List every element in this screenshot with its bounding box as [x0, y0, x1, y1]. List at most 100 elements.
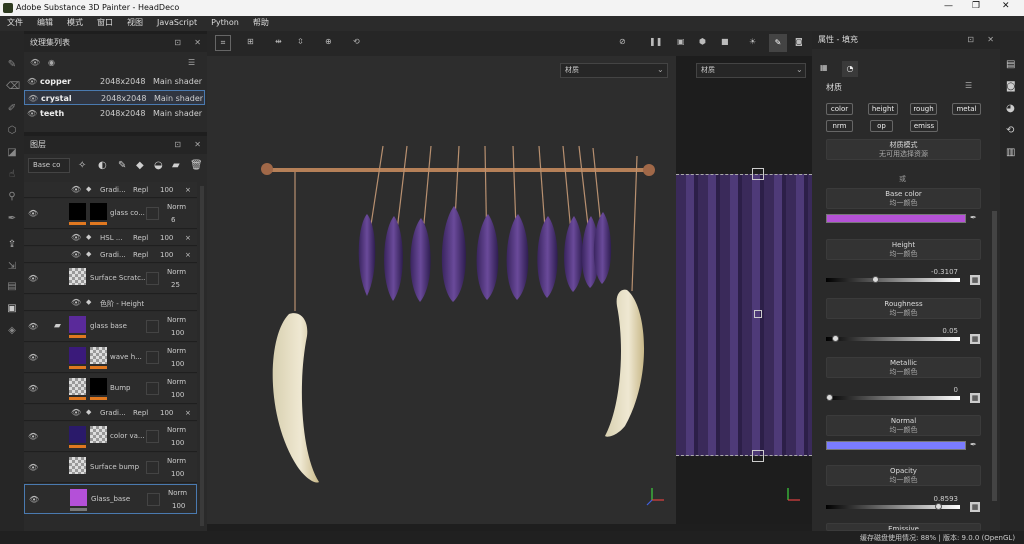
uv-material-select[interactable]: 材质 — [696, 63, 806, 78]
channel-tag-height[interactable]: height — [868, 103, 898, 115]
properties-scrollbar[interactable] — [992, 211, 997, 501]
pin-icon[interactable]: ⊡ — [174, 34, 181, 52]
opacity-button[interactable]: Opacity 均一颜色 — [826, 465, 981, 486]
effect-opacity[interactable]: 100 — [160, 186, 173, 194]
mask-slot[interactable] — [147, 493, 160, 506]
add-mask-icon[interactable]: ◐ — [98, 160, 107, 171]
layer-blend-mode[interactable]: Norm — [167, 203, 186, 211]
roughness-slider-knob[interactable] — [832, 335, 840, 342]
effect-opacity[interactable]: 100 — [160, 251, 173, 259]
smudge-icon[interactable]: ☝ — [6, 169, 18, 181]
close-icon[interactable]: ✕ — [1002, 1, 1010, 11]
layer-opacity[interactable]: 100 — [172, 502, 185, 510]
blend-channel-select[interactable]: Base co — [28, 158, 70, 173]
layer-row[interactable]: 👁 ▰ glass base Norm 100 — [24, 312, 197, 342]
layer-row[interactable]: 👁 color va... Norm 100 — [24, 422, 197, 452]
height-button[interactable]: Height 均一颜色 — [826, 239, 981, 260]
normal-swatch[interactable] — [826, 441, 966, 450]
add-fill-layer-icon[interactable]: ◆ — [136, 160, 144, 171]
texture-set-row[interactable]: 👁 teeth 2048x2048 Main shader — [24, 106, 205, 121]
effect-opacity[interactable]: 100 — [160, 409, 173, 417]
uv-handle-bottom[interactable] — [752, 450, 764, 462]
channel-tag-op[interactable]: op — [870, 120, 893, 132]
visibility-icon[interactable]: 👁 — [71, 298, 81, 307]
visibility-icon[interactable]: 👁 — [28, 384, 38, 393]
shader-settings-icon[interactable]: ◕ — [1006, 103, 1015, 114]
layer-row[interactable]: 👁 Bump Norm 100 — [24, 374, 197, 404]
lighting-icon[interactable]: ☀ — [749, 37, 756, 46]
visibility-icon[interactable]: 👁 — [71, 408, 81, 417]
remove-effect-icon[interactable]: × — [185, 234, 191, 242]
menu-item[interactable]: Python — [204, 17, 246, 28]
layer-blend-mode[interactable]: Norm — [167, 347, 186, 355]
camera-icon[interactable]: ■ — [721, 37, 729, 46]
hide-icon[interactable]: ⊘ — [619, 37, 626, 46]
layer-blend-mode[interactable]: Norm — [167, 316, 186, 324]
display-settings-icon[interactable]: ◙ — [1006, 81, 1016, 92]
channel-tag-metal[interactable]: metal — [952, 103, 981, 115]
layer-effect-row[interactable]: 👁 ◆ Gradi... Repl 100 × — [24, 182, 197, 198]
uv-viewport[interactable]: 材质 ⌄ — [676, 56, 812, 524]
visibility-icon[interactable]: 👁 — [28, 322, 38, 331]
visibility-icon[interactable]: 👁 — [28, 432, 38, 441]
section-menu-icon[interactable]: ☰ — [965, 81, 972, 90]
base_color-button[interactable]: Base color 均一颜色 — [826, 188, 981, 209]
visibility-icon[interactable]: 👁 — [71, 185, 81, 194]
channel-tag-rough[interactable]: rough — [910, 103, 937, 115]
close-panel-icon[interactable]: ✕ — [987, 31, 994, 49]
opacity-slider-knob[interactable] — [935, 503, 943, 510]
layer-effect-row[interactable]: 👁 ◆ Gradi... Repl 100 × — [24, 405, 197, 421]
texture-set-row[interactable]: 👁 copper 2048x2048 Main shader — [24, 74, 205, 89]
camera-2d-icon[interactable]: ▣ — [677, 37, 685, 46]
log-icon[interactable]: ▥ — [1006, 147, 1015, 158]
toggle-visibility-icon[interactable]: 👁 — [30, 58, 40, 67]
layer-opacity[interactable]: 100 — [171, 391, 184, 399]
layer-blend-mode[interactable]: Norm — [167, 426, 186, 434]
eye-icon[interactable]: ◉ — [48, 58, 55, 67]
screenshot-icon[interactable]: ◙ — [795, 37, 803, 46]
minimize-icon[interactable]: — — [944, 1, 953, 11]
effect-blend-mode[interactable]: Repl — [133, 186, 148, 194]
close-panel-icon[interactable]: ✕ — [194, 136, 201, 154]
mirror-y-icon[interactable]: ⇳ — [297, 37, 304, 46]
mask-slot[interactable] — [146, 272, 159, 285]
height-slider[interactable] — [826, 276, 960, 283]
layer-opacity[interactable]: 100 — [171, 329, 184, 337]
layer-opacity[interactable]: 100 — [171, 470, 184, 478]
cube-view-icon[interactable]: ⬢ — [699, 37, 706, 46]
mask-slot[interactable] — [146, 207, 159, 220]
channel-tag-emiss[interactable]: emiss — [910, 120, 938, 132]
pause-icon[interactable]: ❚❚ — [649, 37, 662, 46]
metallic-value[interactable]: 0 — [954, 386, 958, 394]
texture-picker-icon[interactable]: ▦ — [970, 393, 980, 403]
visibility-icon[interactable]: 👁 — [28, 91, 38, 106]
add-paint-layer-icon[interactable]: ✎ — [118, 160, 126, 171]
close-panel-icon[interactable]: ✕ — [194, 34, 201, 52]
material-mode-button[interactable]: 材质模式 无可用选择资源 — [826, 139, 981, 160]
delete-layer-icon[interactable]: 🗑 — [190, 160, 203, 171]
effect-blend-mode[interactable]: Repl — [133, 409, 148, 417]
height-slider-knob[interactable] — [871, 276, 879, 283]
fill-icon[interactable]: ◪ — [6, 147, 18, 159]
texture-picker-icon[interactable]: ▦ — [970, 275, 980, 285]
layer-effect-row[interactable]: 👁 ◆ HSL ... Repl 100 × — [24, 230, 197, 246]
menu-item[interactable]: 视图 — [120, 16, 150, 29]
picker-icon[interactable]: ✒ — [6, 213, 18, 225]
layer-row[interactable]: 👁 wave h... Norm 100 — [24, 343, 197, 373]
cube-icon[interactable]: ◈ — [6, 325, 18, 337]
grid-icon[interactable]: ⊞ — [247, 37, 254, 46]
mirror-x-icon[interactable]: ⇹ — [275, 37, 282, 46]
mask-slot[interactable] — [146, 430, 159, 443]
bake-icon[interactable]: ⇲ — [6, 261, 18, 273]
eraser-icon[interactable]: ⌫ — [6, 81, 20, 93]
layer-row[interactable]: 👁 Surface Scratc... Norm 25 — [24, 264, 197, 294]
geometry-mask-icon[interactable]: ⬡ — [6, 125, 18, 137]
pin-icon[interactable]: ⊡ — [967, 31, 974, 49]
menu-item[interactable]: 窗口 — [90, 16, 120, 29]
eyedropper-icon[interactable]: ✒ — [970, 440, 977, 449]
add-effect-icon[interactable]: ✧ — [78, 160, 86, 171]
uv-handle-center[interactable] — [754, 310, 762, 318]
texture-set-row[interactable]: 👁 crystal 2048x2048 Main shader — [24, 90, 205, 105]
layer-row[interactable]: 👁 Glass_base Norm 100 — [24, 484, 197, 514]
menu-item[interactable]: 模式 — [60, 16, 90, 29]
